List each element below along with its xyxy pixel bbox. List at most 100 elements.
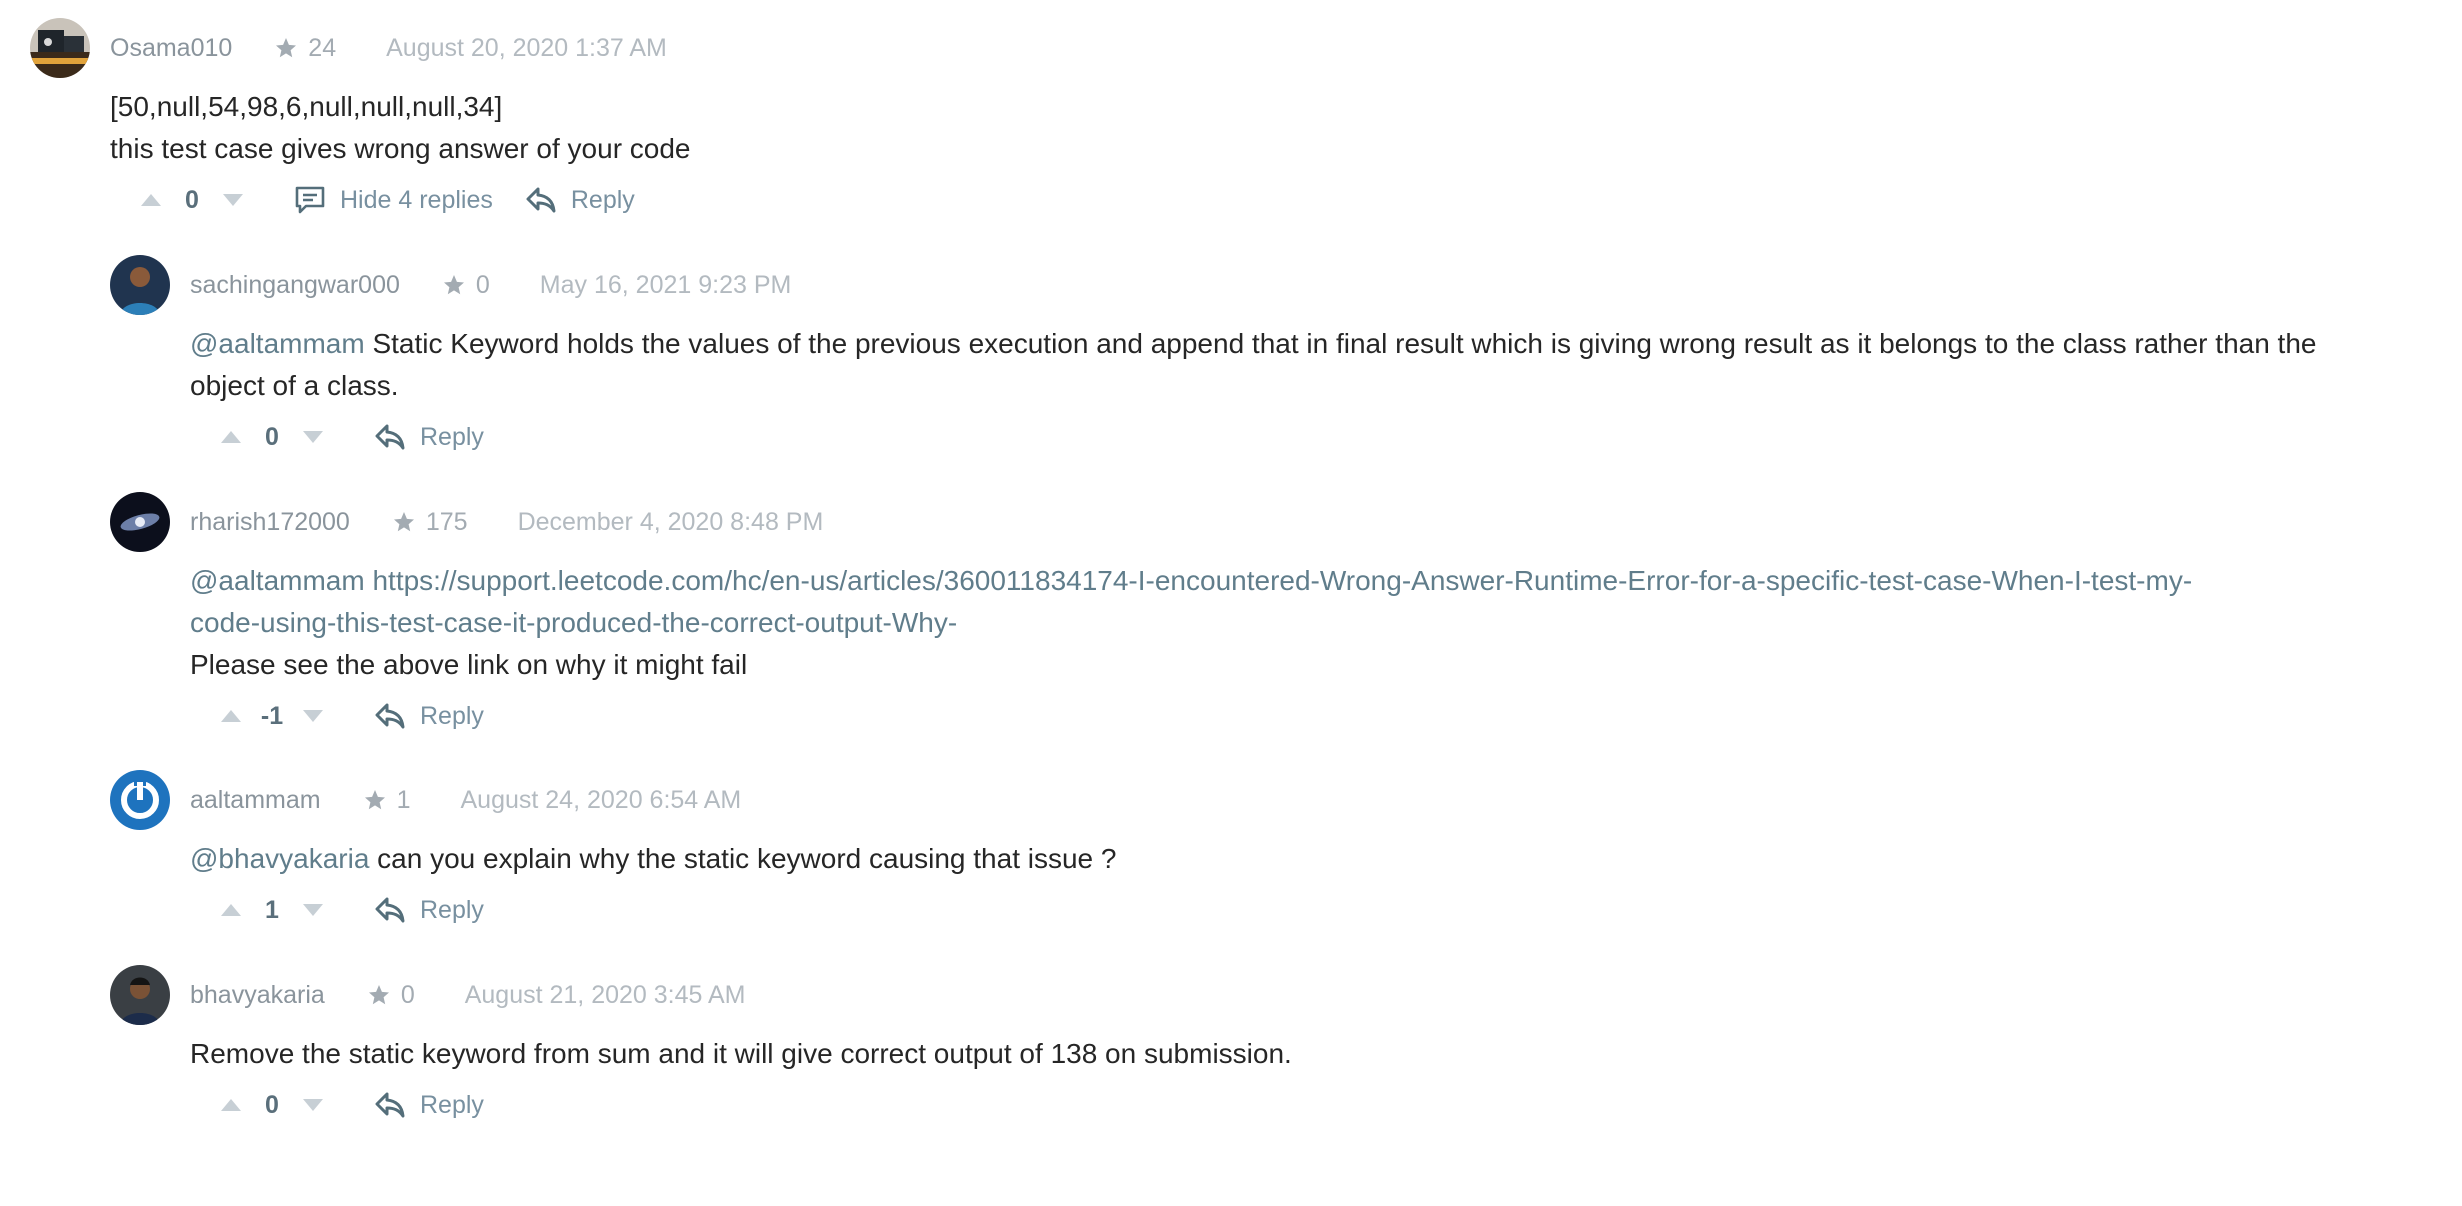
username[interactable]: sachingangwar000 <box>190 271 400 300</box>
upvote-icon[interactable] <box>218 703 244 729</box>
star-icon <box>442 273 466 297</box>
comment-header: aaltammam 1 August 24, 2020 6:54 AM <box>110 770 2450 830</box>
user-mention[interactable]: @aaltammam <box>190 565 365 596</box>
vote-controls: 0 <box>218 1091 326 1120</box>
reputation-count: 175 <box>425 507 468 536</box>
reply-icon <box>525 185 557 215</box>
downvote-icon[interactable] <box>220 187 246 213</box>
comment-actions: 1 Reply <box>218 882 2450 938</box>
reply-label: Reply <box>420 895 484 924</box>
reply-label: Reply <box>570 185 635 214</box>
username[interactable]: Osama010 <box>110 34 232 63</box>
comment-date: August 21, 2020 3:45 AM <box>464 980 746 1009</box>
reply-icon <box>374 422 406 452</box>
reply-label: Reply <box>420 701 484 730</box>
vote-controls: 0 <box>218 423 326 452</box>
reputation-count: 0 <box>475 270 490 299</box>
star-icon <box>392 510 416 534</box>
vote-controls: 1 <box>218 896 326 925</box>
comment-date: August 24, 2020 6:54 AM <box>460 785 742 814</box>
vote-count: -1 <box>260 701 284 730</box>
reply-label: Reply <box>420 1090 484 1119</box>
reputation: 24 <box>274 34 336 63</box>
upvote-icon[interactable] <box>218 1092 244 1118</box>
comment-actions: -1 Reply <box>218 688 2450 744</box>
comment-header: Osama010 24 August 20, 2020 1:37 AM <box>30 18 2450 78</box>
support-link[interactable]: https://support.leetcode.com/hc/en-us/ar… <box>365 565 2192 596</box>
reply-rharish172000: rharish172000 175 December 4, 2020 8:48 … <box>110 492 2450 744</box>
comment-osama010: Osama010 24 August 20, 2020 1:37 AM [50,… <box>30 18 2450 228</box>
upvote-icon[interactable] <box>138 187 164 213</box>
comment-actions: 0 Hide 4 replies Reply <box>138 172 2450 228</box>
comment-thread: Osama010 24 August 20, 2020 1:37 AM [50,… <box>0 0 2462 1206</box>
comment-date: December 4, 2020 8:48 PM <box>517 507 824 536</box>
star-icon <box>367 983 391 1007</box>
user-mention[interactable]: @bhavyakaria <box>190 843 369 874</box>
avatar[interactable] <box>110 965 170 1025</box>
support-link[interactable]: code-using-this-test-case-it-produced-th… <box>190 602 2450 644</box>
avatar[interactable] <box>110 492 170 552</box>
reply-button[interactable]: Reply <box>374 895 484 925</box>
comment-body: [50,null,54,98,6,null,null,null,34] this… <box>110 86 2450 170</box>
upvote-icon[interactable] <box>218 897 244 923</box>
vote-controls: 0 <box>138 186 246 215</box>
downvote-icon[interactable] <box>300 424 326 450</box>
comment-text: Remove the static keyword from sum and i… <box>190 1038 1292 1069</box>
reputation-count: 0 <box>400 980 415 1009</box>
username[interactable]: bhavyakaria <box>190 981 325 1010</box>
comment-header: rharish172000 175 December 4, 2020 8:48 … <box>110 492 2450 552</box>
chat-icon <box>294 185 326 215</box>
reply-icon <box>374 1090 406 1120</box>
comment-text: Static Keyword holds the values of the p… <box>364 328 2317 359</box>
vote-controls: -1 <box>218 702 326 731</box>
comment-body: @aaltammam Static Keyword holds the valu… <box>190 323 2450 407</box>
reply-sachingangwar000: sachingangwar000 0 May 16, 2021 9:23 PM … <box>110 255 2450 465</box>
hide-replies-button[interactable]: Hide 4 replies <box>294 185 493 215</box>
comment-text: can you explain why the static keyword c… <box>369 843 1117 874</box>
reply-aaltammam: aaltammam 1 August 24, 2020 6:54 AM @bha… <box>110 770 2450 938</box>
reply-bhavyakaria: bhavyakaria 0 August 21, 2020 3:45 AM Re… <box>110 965 2450 1133</box>
avatar[interactable] <box>110 770 170 830</box>
reputation: 0 <box>442 271 490 300</box>
downvote-icon[interactable] <box>300 1092 326 1118</box>
downvote-icon[interactable] <box>300 703 326 729</box>
hide-replies-label: Hide 4 replies <box>340 185 493 214</box>
comment-text: object of a class. <box>190 370 399 401</box>
comment-line: [50,null,54,98,6,null,null,null,34] <box>110 91 503 122</box>
comment-body: Remove the static keyword from sum and i… <box>190 1033 2450 1075</box>
avatar[interactable] <box>110 255 170 315</box>
reputation: 0 <box>367 981 415 1010</box>
user-mention[interactable]: @aaltammam <box>190 328 365 359</box>
reply-button[interactable]: Reply <box>525 185 635 215</box>
star-icon <box>363 788 387 812</box>
comment-body: @aaltammam https://support.leetcode.com/… <box>190 560 2450 686</box>
comment-actions: 0 Reply <box>218 1077 2450 1133</box>
comment-header: sachingangwar000 0 May 16, 2021 9:23 PM <box>110 255 2450 315</box>
vote-count: 0 <box>265 1090 279 1119</box>
reputation: 175 <box>392 508 468 537</box>
vote-count: 1 <box>265 895 279 924</box>
comment-date: August 20, 2020 1:37 AM <box>386 33 667 62</box>
avatar[interactable] <box>30 18 90 78</box>
username[interactable]: rharish172000 <box>190 508 350 537</box>
upvote-icon[interactable] <box>218 424 244 450</box>
reply-label: Reply <box>420 422 484 451</box>
downvote-icon[interactable] <box>300 897 326 923</box>
reply-button[interactable]: Reply <box>374 422 484 452</box>
reputation-count: 24 <box>308 33 337 62</box>
username[interactable]: aaltammam <box>190 786 321 815</box>
reply-button[interactable]: Reply <box>374 1090 484 1120</box>
reply-icon <box>374 895 406 925</box>
reputation: 1 <box>363 786 411 815</box>
reputation-count: 1 <box>396 785 411 814</box>
reply-button[interactable]: Reply <box>374 701 484 731</box>
vote-count: 0 <box>185 185 199 214</box>
vote-count: 0 <box>265 422 279 451</box>
star-icon <box>274 36 298 60</box>
comment-text: Please see the above link on why it migh… <box>190 649 748 680</box>
comment-body: @bhavyakaria can you explain why the sta… <box>190 838 2450 880</box>
comment-header: bhavyakaria 0 August 21, 2020 3:45 AM <box>110 965 2450 1025</box>
comment-line: this test case gives wrong answer of you… <box>110 133 691 164</box>
reply-icon <box>374 701 406 731</box>
comment-actions: 0 Reply <box>218 409 2450 465</box>
